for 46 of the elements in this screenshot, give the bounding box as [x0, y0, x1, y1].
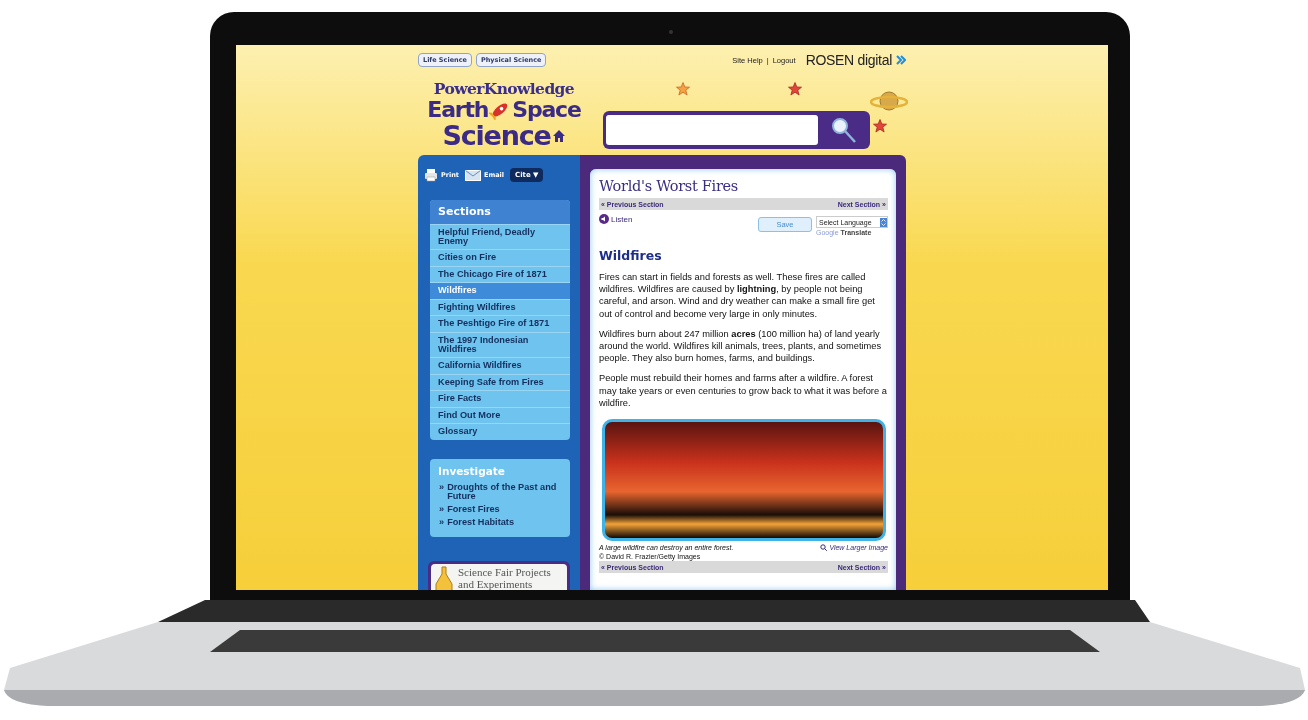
bullet: »	[439, 517, 445, 527]
promo-title: Science Fair Projects and Experiments	[458, 565, 552, 590]
section-heading: Wildfires	[599, 248, 663, 263]
paragraph: People must rebuild their homes and farms after a wildfire. A forest may take years or even centuries to grow back to what it was before a wildfire.	[599, 372, 888, 410]
section-link[interactable]: Fire Facts	[430, 390, 570, 407]
star-icon	[788, 82, 802, 96]
section-link[interactable]: Cities on Fire	[430, 249, 570, 266]
camera-icon	[669, 30, 673, 34]
investigate-link[interactable]: Forest Fires	[447, 504, 500, 514]
section-link[interactable]: Keeping Safe from Fires	[430, 373, 570, 391]
section-link[interactable]: Wildfires	[430, 282, 570, 299]
section-link[interactable]: The 1997 Indonesian Wildfires	[430, 331, 570, 357]
investigate-link[interactable]: Droughts of the Past and Future	[447, 482, 562, 501]
double-chevron-icon	[896, 55, 906, 65]
search-field[interactable]	[606, 115, 818, 145]
paragraph: Fires can start in fields and forests as well. These fires are called wildfires. Wildfires are caused by lightning, by people not being careful, and arson. Wind and dry weather can make a small fire get out of control and become very large in only minutes.	[599, 271, 876, 320]
paragraph: Wildfires burn about 247 million acres (100 million ha) of land yearly around the world. Wildfires kill animals, trees, plants, and sometimes people. They also burn homes, farms, and buildings.	[599, 327, 883, 365]
listen-button[interactable]: Listen	[599, 214, 633, 224]
section-link[interactable]: Glossary	[430, 423, 570, 440]
section-link[interactable]: Fighting Wildfires	[430, 298, 570, 316]
sections-heading: Sections	[430, 200, 570, 224]
bullet: »	[439, 504, 445, 514]
star-icon	[676, 82, 690, 96]
bullet: »	[439, 482, 445, 494]
investigate-heading: Investigate	[437, 463, 506, 479]
printer-icon[interactable]	[424, 168, 438, 182]
logo-title: Earth	[427, 97, 489, 122]
brand-logo: ROSEN digital	[805, 52, 892, 68]
magnifier-icon	[820, 544, 828, 552]
section-link[interactable]: Find Out More	[430, 406, 570, 424]
section-link[interactable]: Helpful Friend, Deadly Enemy	[430, 224, 570, 249]
bottle-icon	[434, 565, 454, 590]
home-icon[interactable]	[551, 129, 566, 143]
logo-title: Space	[512, 97, 581, 122]
logo-title: Science	[442, 122, 551, 150]
dropdown-arrows-icon	[880, 217, 887, 227]
planet-icon	[870, 88, 908, 114]
promo-banner[interactable]: Science Fair Projects and Experiments	[428, 560, 570, 590]
section-link[interactable]: The Peshtigo Fire of 1871	[430, 315, 570, 332]
article-title: World's Worst Fires	[599, 178, 739, 194]
investigate-link[interactable]: Forest Habitats	[447, 517, 514, 527]
speaker-icon	[599, 214, 609, 224]
envelope-icon[interactable]	[464, 169, 481, 181]
logo-title: PowerKnowledge	[433, 80, 575, 97]
section-link[interactable]: California Wildfires	[430, 356, 570, 374]
star-icon	[873, 119, 887, 133]
